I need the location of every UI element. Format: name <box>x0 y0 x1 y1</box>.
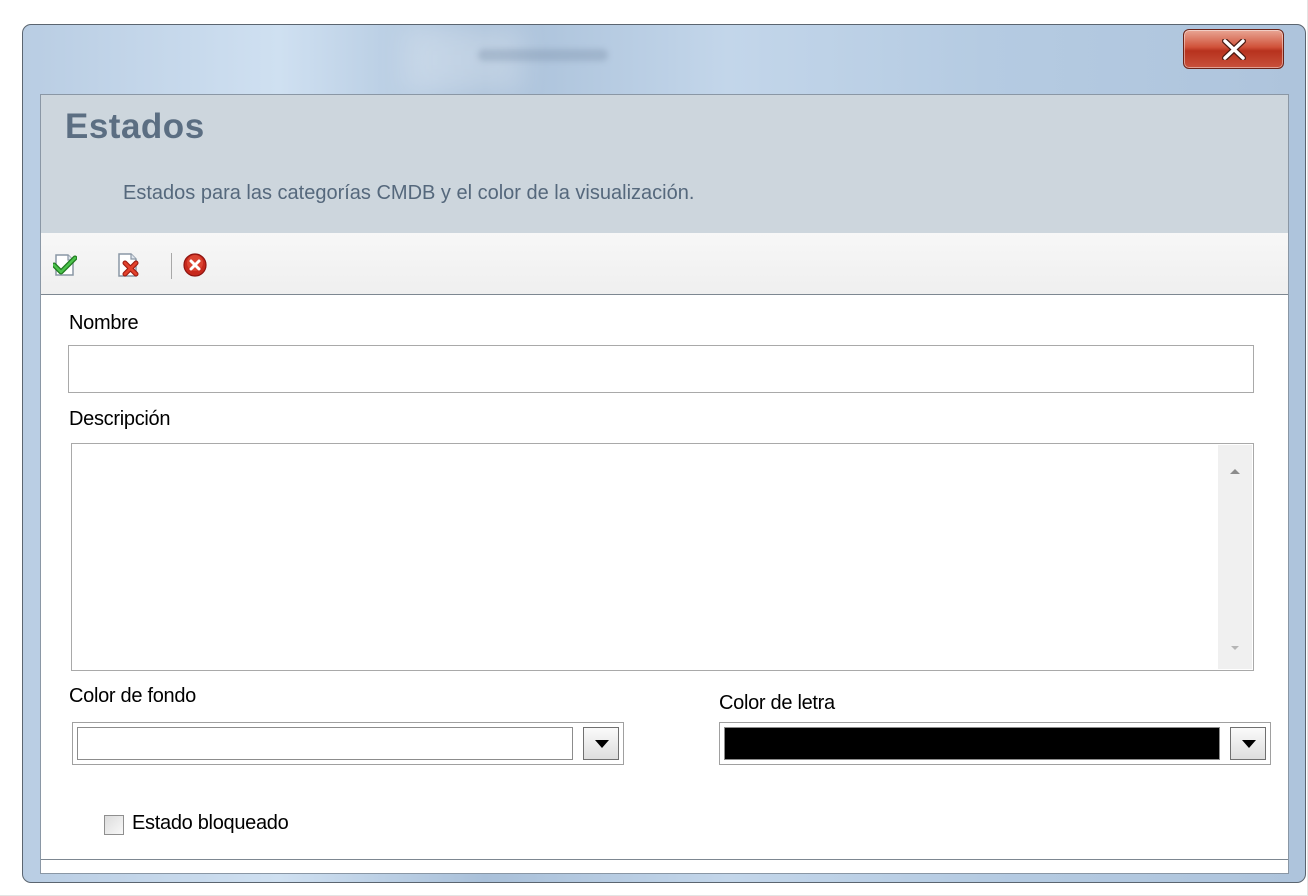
color-letra-swatch <box>724 727 1220 760</box>
color-fondo-label: Color de fondo <box>69 685 197 707</box>
toolbar-separator <box>171 253 172 279</box>
accept-page-icon <box>51 254 78 276</box>
scroll-down-icon[interactable] <box>1230 645 1240 651</box>
chevron-down-icon <box>595 740 609 748</box>
window-title-blurred <box>478 49 608 61</box>
discard-button[interactable] <box>117 253 141 277</box>
chevron-down-icon <box>1242 740 1256 748</box>
window-close-button[interactable] <box>1183 29 1284 69</box>
dialog-window: Estados Estados para las categorías CMDB… <box>22 24 1306 883</box>
header-panel: Estados Estados para las categorías CMDB… <box>41 95 1288 233</box>
descripcion-textarea[interactable] <box>71 443 1254 671</box>
discard-page-icon <box>118 253 139 277</box>
descripcion-scrollbar[interactable] <box>1218 445 1252 669</box>
accept-button[interactable] <box>51 253 78 277</box>
estado-bloqueado-label: Estado bloqueado <box>132 812 289 834</box>
close-form-button[interactable] <box>183 253 207 277</box>
color-fondo-dropdown-button[interactable] <box>583 727 619 760</box>
nombre-input[interactable] <box>68 345 1254 393</box>
toolbar <box>41 233 1288 294</box>
dialog-client-area: Estados Estados para las categorías CMDB… <box>40 94 1289 874</box>
page-title: Estados <box>65 107 205 146</box>
color-letra-dropdown-button[interactable] <box>1230 727 1266 760</box>
color-fondo-swatch <box>77 727 573 760</box>
close-x-icon <box>1222 39 1246 60</box>
red-close-icon <box>183 253 207 277</box>
page-subtitle: Estados para las categorías CMDB y el co… <box>123 182 695 204</box>
color-fondo-select[interactable] <box>72 722 624 765</box>
estado-bloqueado-checkbox[interactable] <box>104 815 124 835</box>
nombre-label: Nombre <box>69 312 139 334</box>
form-area: Nombre Descripción Color de fondo Color … <box>41 294 1288 860</box>
descripcion-label: Descripción <box>69 408 171 430</box>
scroll-up-icon[interactable] <box>1229 467 1241 475</box>
color-letra-select[interactable] <box>719 722 1271 765</box>
color-letra-label: Color de letra <box>719 692 835 714</box>
